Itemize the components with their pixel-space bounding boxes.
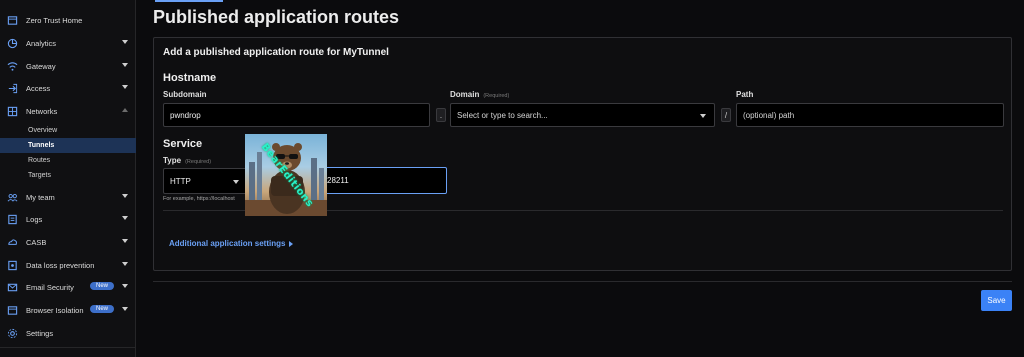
bear-overlay-image: BearEditions xyxy=(245,134,327,216)
sidebar-item-logs[interactable]: Logs xyxy=(0,210,136,228)
chevron-down-icon xyxy=(122,284,128,288)
gateway-icon xyxy=(7,61,18,72)
dlp-icon xyxy=(7,260,18,271)
sidebar-item-label: Settings xyxy=(26,328,54,338)
chevron-down-icon xyxy=(122,40,128,44)
sidebar-item-zero-trust-home[interactable]: Zero Trust Home xyxy=(0,11,136,29)
service-type-value: HTTP xyxy=(170,176,191,186)
chart-icon xyxy=(7,38,18,49)
card-title: Add a published application route for My… xyxy=(163,47,389,58)
sidebar-item-label: Analytics xyxy=(26,38,57,48)
save-button[interactable]: Save xyxy=(981,290,1012,311)
sidebar-item-label: Gateway xyxy=(26,61,56,71)
chevron-down-icon xyxy=(700,114,706,118)
path-label: Path xyxy=(736,90,754,99)
sidebar-item-label: Data loss prevention xyxy=(26,260,95,270)
caret-right-icon xyxy=(289,240,294,247)
path-input[interactable]: (optional) path xyxy=(736,103,1004,127)
browser-icon xyxy=(7,305,18,316)
sidebar: Zero Trust Home Analytics Gateway Access… xyxy=(0,0,136,357)
domain-label-text: Domain xyxy=(450,90,480,99)
home-icon xyxy=(7,15,18,26)
new-badge: New xyxy=(89,282,114,290)
sidebar-item-label: Email Security xyxy=(26,282,74,292)
service-url-value: 28211 xyxy=(327,176,349,185)
casb-icon xyxy=(7,237,18,248)
sidebar-item-email-security[interactable]: Email Security New xyxy=(0,278,136,296)
service-type-select[interactable]: HTTP xyxy=(163,168,248,194)
sidebar-item-settings[interactable]: Settings xyxy=(0,324,136,342)
sidebar-item-label: My team xyxy=(26,192,55,202)
sidebar-item-gateway[interactable]: Gateway xyxy=(0,57,136,75)
chevron-down-icon xyxy=(122,307,128,311)
sidebar-item-browser-isolation[interactable]: Browser Isolation New xyxy=(0,301,136,319)
service-heading: Service xyxy=(163,138,203,150)
domain-label: Domain (Required) xyxy=(450,90,509,99)
sidebar-subitem-targets[interactable]: Targets xyxy=(0,168,136,183)
sidebar-item-label: Networks xyxy=(26,106,58,116)
access-icon xyxy=(7,83,18,94)
page-title: Published application routes xyxy=(153,7,400,27)
networks-icon xyxy=(7,106,18,117)
required-tag: (Required) xyxy=(483,93,510,99)
team-icon xyxy=(7,192,18,203)
sidebar-subitem-overview[interactable]: Overview xyxy=(0,123,136,138)
sidebar-item-label: Browser Isolation xyxy=(26,305,84,315)
sidebar-item-casb[interactable]: CASB xyxy=(0,233,136,251)
required-tag: (Required) xyxy=(185,159,212,165)
chevron-down-icon xyxy=(122,85,128,89)
hostname-heading: Hostname xyxy=(163,72,217,84)
chevron-down-icon xyxy=(122,239,128,243)
sidebar-item-label: Zero Trust Home xyxy=(26,15,83,25)
domain-placeholder: Select or type to search... xyxy=(457,110,548,120)
sidebar-item-analytics[interactable]: Analytics xyxy=(0,34,136,52)
type-label: Type (Required) xyxy=(163,156,211,165)
chevron-down-icon xyxy=(122,194,128,198)
additional-settings-label: Additional application settings xyxy=(169,239,286,248)
dot-separator: . xyxy=(436,108,446,122)
service-url-hint: For example, https://localhost xyxy=(163,196,235,202)
chevron-down-icon xyxy=(233,180,239,184)
additional-settings-link[interactable]: Additional application settings xyxy=(169,239,294,248)
sidebar-item-label: Logs xyxy=(26,214,43,224)
type-label-text: Type xyxy=(163,156,182,165)
subdomain-input[interactable]: pwndrop xyxy=(163,103,430,127)
chevron-down-icon xyxy=(122,216,128,220)
new-badge: New xyxy=(89,305,114,313)
chevron-up-icon xyxy=(122,108,128,112)
sidebar-subitem-tunnels[interactable]: Tunnels xyxy=(0,138,136,153)
email-icon xyxy=(7,282,18,293)
sidebar-item-networks[interactable]: Networks xyxy=(0,102,136,120)
sidebar-item-label: Access xyxy=(26,83,51,93)
domain-select[interactable]: Select or type to search... xyxy=(450,103,715,127)
sidebar-item-data-loss-prevention[interactable]: Data loss prevention xyxy=(0,256,136,274)
sidebar-item-label: CASB xyxy=(26,237,47,247)
sidebar-divider xyxy=(0,347,136,348)
sidebar-subitem-routes[interactable]: Routes xyxy=(0,153,136,168)
chevron-down-icon xyxy=(122,63,128,67)
service-url-input[interactable]: 28211 xyxy=(314,167,447,194)
footer-divider xyxy=(153,281,1012,282)
active-tab-indicator xyxy=(155,0,223,2)
sidebar-item-access[interactable]: Access xyxy=(0,79,136,97)
logs-icon xyxy=(7,214,18,225)
sidebar-item-my-team[interactable]: My team xyxy=(0,188,136,206)
subdomain-label: Subdomain xyxy=(163,90,207,99)
chevron-down-icon xyxy=(122,262,128,266)
gear-icon xyxy=(7,328,18,339)
slash-separator: / xyxy=(721,108,731,122)
